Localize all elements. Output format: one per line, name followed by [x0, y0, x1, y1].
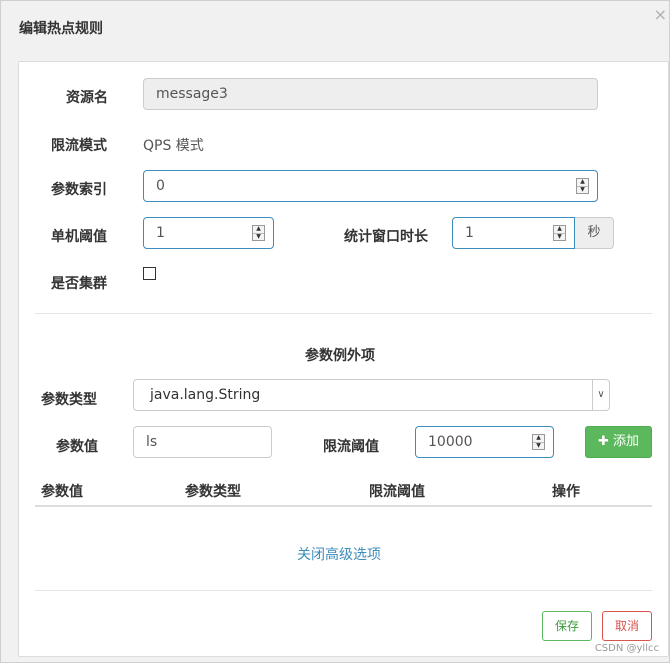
limit-mode-value: QPS 模式 [143, 138, 204, 154]
param-index-value: 0 [156, 178, 165, 194]
cancel-button[interactable]: 取消 [602, 611, 652, 641]
add-button[interactable]: ✚ 添加 [585, 426, 652, 458]
add-button-label: 添加 [613, 434, 640, 449]
limit-threshold-input[interactable]: 10000 ▲ ▼ [415, 426, 554, 458]
close-icon[interactable]: × [654, 7, 667, 23]
window-duration-label: 统计窗口时长 [344, 229, 428, 245]
close-advanced-options-link[interactable]: 关闭高级选项 [297, 544, 381, 564]
form-panel: 资源名 message3 限流模式 QPS 模式 参数索引 0 ▲ ▼ 单机阈值 … [18, 61, 669, 657]
threshold-spinner[interactable]: ▲ ▼ [252, 225, 265, 241]
window-duration-input[interactable]: 1 ▲ ▼ [452, 217, 575, 249]
table-header-param-type: 参数类型 [185, 484, 241, 500]
spin-down-icon[interactable]: ▼ [533, 441, 544, 450]
param-type-selected: java.lang.String [150, 387, 261, 403]
param-type-select[interactable]: java.lang.String ∨ [133, 379, 610, 411]
dialog-title: 编辑热点规则 [19, 21, 103, 37]
threshold-value: 1 [156, 225, 165, 241]
table-header-param-value: 参数值 [41, 484, 83, 500]
limit-mode-label: 限流模式 [51, 138, 107, 154]
table-header-divider [35, 505, 652, 507]
threshold-label: 单机阈值 [51, 229, 107, 245]
param-type-label: 参数类型 [41, 392, 97, 408]
exceptions-section-title: 参数例外项 [305, 348, 375, 364]
window-duration-value: 1 [465, 225, 474, 241]
window-unit-addon: 秒 [575, 217, 614, 249]
plus-icon: ✚ [597, 434, 609, 449]
section-divider [35, 313, 652, 314]
footer-divider [35, 590, 652, 591]
resource-name-label: 资源名 [66, 90, 108, 106]
param-index-input[interactable]: 0 ▲ ▼ [143, 170, 598, 202]
threshold-input[interactable]: 1 ▲ ▼ [143, 217, 274, 249]
edit-hotspot-rule-dialog: 编辑热点规则 × 资源名 message3 限流模式 QPS 模式 参数索引 0… [0, 0, 670, 663]
save-button[interactable]: 保存 [542, 611, 592, 641]
param-value-input[interactable]: ls [133, 426, 272, 458]
table-header-limit-threshold: 限流阈值 [369, 484, 425, 500]
spin-down-icon[interactable]: ▼ [577, 185, 588, 194]
watermark: CSDN @yllcc [594, 643, 659, 654]
cluster-checkbox[interactable] [143, 267, 156, 280]
limit-threshold-label: 限流阈值 [323, 439, 379, 455]
cluster-label: 是否集群 [51, 276, 107, 292]
param-value-label: 参数值 [56, 439, 98, 455]
window-duration-spinner[interactable]: ▲ ▼ [553, 225, 566, 241]
chevron-down-icon[interactable]: ∨ [592, 380, 609, 410]
resource-name-input: message3 [143, 78, 598, 110]
spin-down-icon[interactable]: ▼ [554, 232, 565, 241]
param-index-label: 参数索引 [51, 182, 107, 198]
limit-threshold-spinner[interactable]: ▲ ▼ [532, 434, 545, 450]
limit-threshold-value: 10000 [428, 434, 473, 450]
table-header-actions: 操作 [552, 484, 580, 500]
spin-down-icon[interactable]: ▼ [253, 232, 264, 241]
param-index-spinner[interactable]: ▲ ▼ [576, 178, 589, 194]
